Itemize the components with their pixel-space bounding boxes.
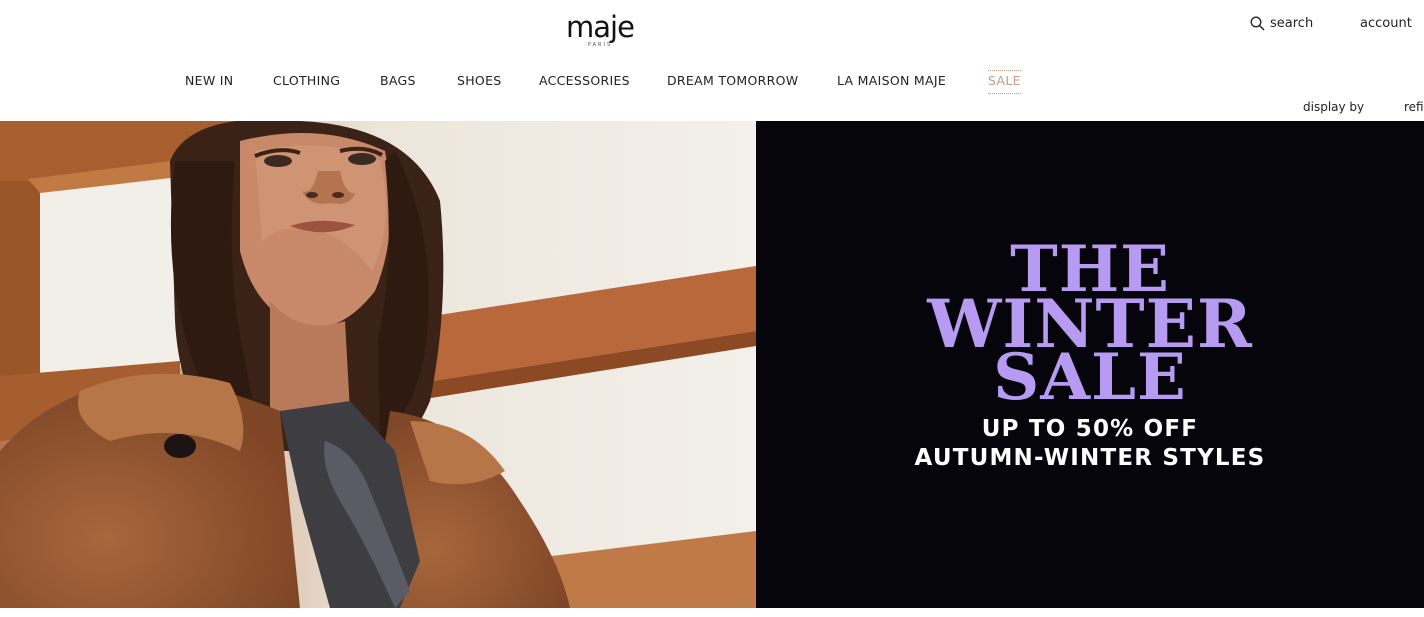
refine-toggle[interactable]: refi bbox=[1404, 100, 1424, 114]
nav-item-dream-tomorrow[interactable]: DREAM TOMORROW bbox=[667, 73, 798, 88]
hero-photo bbox=[0, 121, 756, 608]
promo-subtitle-line-2: AUTUMN-WINTER STYLES bbox=[914, 445, 1266, 471]
model-photo-illustration bbox=[0, 121, 756, 608]
nav-item-la-maison-maje[interactable]: LA MAISON MAJE bbox=[837, 73, 946, 88]
search-icon bbox=[1250, 16, 1265, 31]
nav-item-accessories[interactable]: ACCESSORIES bbox=[539, 73, 630, 88]
logo-wordmark: maje bbox=[566, 10, 635, 44]
promo-subtitle-line-1: UP TO 50% OFF bbox=[981, 416, 1199, 442]
nav-item-sale[interactable]: SALE bbox=[988, 70, 1021, 94]
account-label: account bbox=[1360, 16, 1412, 31]
sale-promo-panel[interactable]: THE WINTER SALE UP TO 50% OFF AUTUMN-WIN… bbox=[756, 121, 1424, 608]
nav-item-clothing[interactable]: CLOTHING bbox=[273, 73, 340, 88]
hero-banner[interactable]: THE WINTER SALE UP TO 50% OFF AUTUMN-WIN… bbox=[0, 121, 1424, 608]
nav-item-shoes[interactable]: SHOES bbox=[457, 73, 502, 88]
promo-title-line-3: SALE bbox=[993, 340, 1187, 415]
account-link[interactable]: account bbox=[1360, 16, 1412, 31]
search-label: search bbox=[1270, 16, 1314, 31]
search-button[interactable]: search bbox=[1250, 16, 1313, 31]
main-navigation: NEW IN CLOTHING BAGS SHOES ACCESSORIES D… bbox=[0, 70, 1424, 94]
brand-logo[interactable]: maje PARIS bbox=[560, 10, 640, 48]
nav-item-bags[interactable]: BAGS bbox=[380, 73, 416, 88]
nav-item-new-in[interactable]: NEW IN bbox=[185, 73, 233, 88]
display-by-toggle[interactable]: display by bbox=[1303, 100, 1364, 114]
